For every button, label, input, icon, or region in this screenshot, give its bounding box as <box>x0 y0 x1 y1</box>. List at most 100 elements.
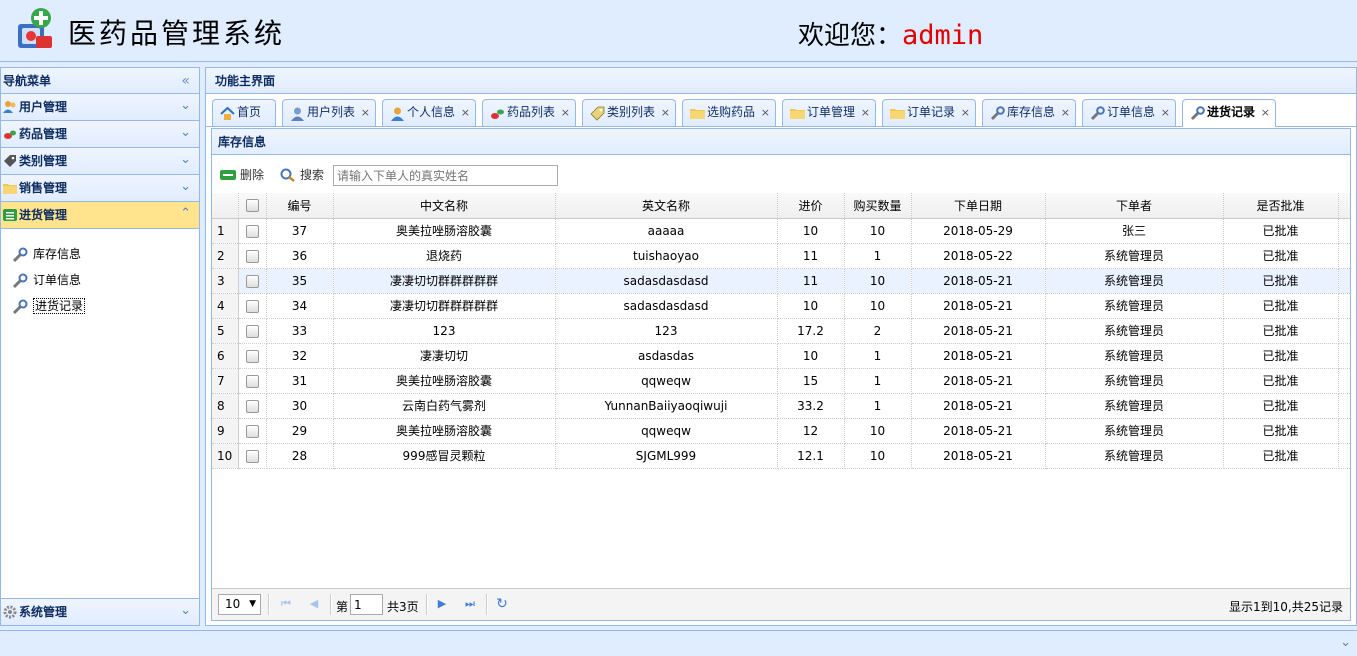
close-icon[interactable]: × <box>761 100 770 125</box>
column-header[interactable]: 中文名称 <box>333 193 556 219</box>
table-row[interactable]: 5 33 123 123 17.2 2 2018-05-21 系统管理员 已批准 <box>212 318 1350 344</box>
wrench-icon <box>12 273 28 289</box>
close-icon[interactable]: × <box>361 100 370 125</box>
tab-order-records[interactable]: 订单记录 × <box>882 99 976 126</box>
chevron-down-icon[interactable]: ⌄ <box>180 93 191 119</box>
table-cell-cn: 云南白药气雾剂 <box>333 393 556 419</box>
first-page-icon[interactable]: ⏮ <box>278 596 294 612</box>
table-cell-date: 2018-05-22 <box>911 243 1046 269</box>
column-header[interactable]: 下单者 <box>1045 193 1224 219</box>
close-icon[interactable]: × <box>661 100 670 125</box>
tab-user-list[interactable]: 用户列表 × <box>282 99 376 126</box>
nav-group-purchase[interactable]: 进货管理 ⌃ <box>1 202 199 229</box>
select-all-checkbox[interactable] <box>245 199 259 213</box>
table-cell-price: 10 <box>777 218 845 244</box>
tab-category-list[interactable]: 类别列表 × <box>582 99 676 126</box>
row-checkbox[interactable] <box>245 374 259 388</box>
last-page-icon[interactable]: ⏭ <box>462 596 478 612</box>
chevron-down-icon[interactable]: ⌄ <box>180 120 191 146</box>
chevron-down-icon[interactable]: ⌄ <box>180 147 191 173</box>
close-icon[interactable]: × <box>861 100 870 125</box>
table-row[interactable]: 3 35 凄凄切切群群群群群 sadasdasdasd 11 10 2018-05-21 系统… <box>212 268 1350 294</box>
search-input[interactable] <box>333 165 558 186</box>
close-icon[interactable]: × <box>961 100 970 125</box>
nav-group-system[interactable]: 系统管理 ⌄ <box>1 598 199 625</box>
prev-page-icon[interactable]: ◀ <box>306 596 322 612</box>
row-select-cell <box>238 243 267 269</box>
row-checkbox[interactable] <box>245 299 259 313</box>
table-row[interactable]: 10 28 999感冒灵颗粒 SJGML999 12.1 10 2018-05-21 系统管理… <box>212 443 1350 469</box>
table-row[interactable]: 2 36 退烧药 tuishaoyao 11 1 2018-05-22 系统管理员 已批准 <box>212 243 1350 269</box>
delete-button[interactable]: 删除 <box>220 166 264 184</box>
close-icon[interactable]: × <box>1161 100 1170 125</box>
table-cell-ok: 已批准 <box>1223 343 1339 369</box>
column-header[interactable]: 进价 <box>777 193 845 219</box>
close-icon[interactable]: × <box>461 100 470 125</box>
table-cell-by: 张三 <box>1045 218 1224 244</box>
tab-order-info[interactable]: 订单信息 × <box>1082 99 1176 126</box>
users-icon <box>3 101 16 113</box>
wrench-icon <box>1190 106 1205 121</box>
table-row[interactable]: 4 34 凄凄切切群群群群群 sadasdasdasd 10 10 2018-05-21 系统… <box>212 293 1350 319</box>
table-cell-by: 系统管理员 <box>1045 268 1224 294</box>
chevron-up-icon[interactable]: ⌃ <box>180 201 191 227</box>
table-row[interactable]: 1 37 奥美拉唑肠溶胶囊 aaaaa 10 10 2018-05-29 张三 已批准 <box>212 218 1350 244</box>
table-row[interactable]: 6 32 凄凄切切 asdasdas 10 1 2018-05-21 系统管理员 已批准 <box>212 343 1350 369</box>
pharmacy-logo-icon <box>18 8 52 48</box>
nav-item-label: 订单信息 <box>33 273 82 287</box>
row-filler <box>1338 318 1350 344</box>
table-body: 1 37 奥美拉唑肠溶胶囊 aaaaa 10 10 2018-05-29 张三 已批准 2 36 退烧… <box>212 218 1350 469</box>
next-page-icon[interactable]: ▶ <box>434 596 450 612</box>
close-icon[interactable]: × <box>561 100 570 125</box>
table-cell-qty: 2 <box>844 318 912 344</box>
tab-select-drugs[interactable]: 选购药品 × <box>682 99 776 126</box>
tab-drug-list[interactable]: 药品列表 × <box>482 99 576 126</box>
nav-group-category[interactable]: 类别管理 ⌄ <box>1 148 199 175</box>
column-header[interactable]: 英文名称 <box>555 193 778 219</box>
close-icon[interactable]: × <box>1061 100 1070 125</box>
nav-item-label: 库存信息 <box>33 247 82 261</box>
search-button[interactable]: 搜索 <box>280 166 324 184</box>
table-row[interactable]: 7 31 奥美拉唑肠溶胶囊 qqweqw 15 1 2018-05-21 系统管理员 已批准 <box>212 368 1350 394</box>
tab-home[interactable]: 首页 <box>212 99 276 126</box>
row-checkbox[interactable] <box>245 224 259 238</box>
tab-label: 用户列表 <box>307 105 356 119</box>
row-checkbox[interactable] <box>245 449 259 463</box>
page-info: 显示1到10,共25记录 <box>1229 600 1343 614</box>
nav-group-sales[interactable]: 销售管理 ⌄ <box>1 175 199 202</box>
tab-purchase-records[interactable]: 进货记录 × <box>1182 99 1276 127</box>
row-checkbox[interactable] <box>245 324 259 338</box>
chevron-down-icon[interactable]: ⌄ <box>180 598 191 624</box>
row-select-cell <box>238 268 267 294</box>
tab-order-management[interactable]: 订单管理 × <box>782 99 876 126</box>
row-checkbox[interactable] <box>245 274 259 288</box>
column-header[interactable]: 下单日期 <box>911 193 1046 219</box>
chevron-down-icon[interactable]: ⌄ <box>180 174 191 200</box>
table-row[interactable]: 8 30 云南白药气雾剂 YunnanBaiiyaoqiwuji 33.2 1 2018-0… <box>212 393 1350 419</box>
tab-profile[interactable]: 个人信息 × <box>382 99 476 126</box>
nav-group-drugs[interactable]: 药品管理 ⌄ <box>1 121 199 148</box>
table-cell-by: 系统管理员 <box>1045 343 1224 369</box>
column-header[interactable]: 购买数量 <box>844 193 912 219</box>
column-header[interactable]: 编号 <box>266 193 334 219</box>
row-checkbox[interactable] <box>245 399 259 413</box>
row-number: 10 <box>212 443 239 469</box>
double-chevron-left-icon[interactable]: « <box>181 68 190 94</box>
page-number-input[interactable] <box>350 594 383 615</box>
page-size-select[interactable]: 10 ▼ <box>218 594 261 615</box>
double-chevron-down-icon[interactable]: ⌄ <box>1340 635 1351 650</box>
row-checkbox[interactable] <box>245 249 259 263</box>
row-checkbox[interactable] <box>245 424 259 438</box>
table-cell-price: 11 <box>777 268 845 294</box>
nav-item-order-info[interactable]: 订单信息 <box>1 267 199 293</box>
refresh-icon[interactable]: ↻ <box>494 596 510 612</box>
close-icon[interactable]: × <box>1261 100 1270 125</box>
column-header[interactable]: 是否批准 <box>1223 193 1339 219</box>
table-row[interactable]: 9 29 奥美拉唑肠溶胶囊 qqweqw 12 10 2018-05-21 系统管理员 已批准 <box>212 418 1350 444</box>
tab-inventory[interactable]: 库存信息 × <box>982 99 1076 126</box>
nav-item-purchase-records[interactable]: 进货记录 <box>1 293 199 319</box>
tag-icon <box>590 106 605 121</box>
row-checkbox[interactable] <box>245 349 259 363</box>
nav-group-users[interactable]: 用户管理 ⌄ <box>1 94 199 121</box>
nav-item-inventory[interactable]: 库存信息 <box>1 241 199 267</box>
